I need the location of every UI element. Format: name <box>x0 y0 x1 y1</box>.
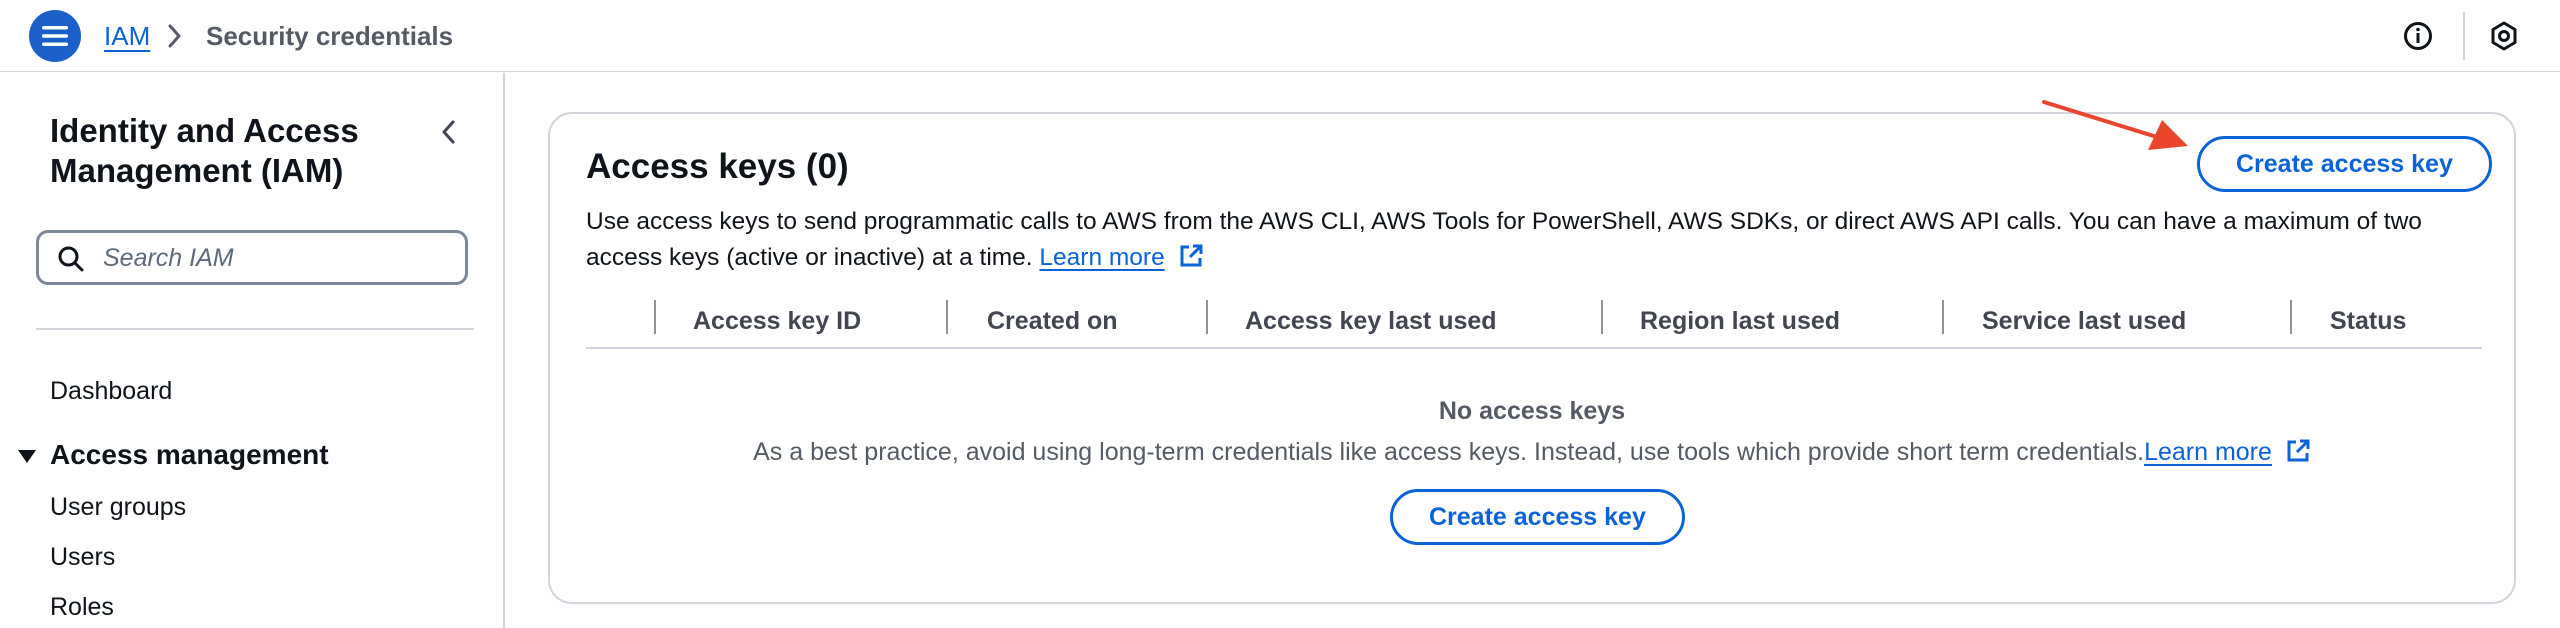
breadcrumb-iam-link[interactable]: IAM <box>104 21 150 52</box>
create-access-key-button[interactable]: Create access key <box>2197 136 2492 192</box>
search-input[interactable] <box>103 241 453 275</box>
column-service-last-used[interactable]: Service last used <box>1982 307 2186 336</box>
column-divider[interactable] <box>1942 300 1944 334</box>
search-icon <box>57 245 85 278</box>
learn-more-label: Learn more <box>1039 244 1165 271</box>
chevron-right-icon <box>166 22 184 55</box>
column-divider[interactable] <box>2290 300 2292 334</box>
sidebar-section-access-management[interactable]: Access management <box>18 439 329 471</box>
column-divider[interactable] <box>946 300 948 334</box>
chevron-left-icon[interactable] <box>438 117 460 152</box>
menu-icon[interactable] <box>29 10 81 62</box>
sidebar-section-label: Access management <box>50 439 329 470</box>
empty-state-text: As a best practice, avoid using long-ter… <box>753 438 2145 466</box>
topbar-divider <box>2463 12 2465 60</box>
info-icon[interactable] <box>2402 20 2434 57</box>
empty-state-title: No access keys <box>1438 397 1626 425</box>
column-access-key-id[interactable]: Access key ID <box>693 307 861 336</box>
sidebar-item-dashboard[interactable]: Dashboard <box>50 377 172 406</box>
column-divider[interactable] <box>1601 300 1603 334</box>
caret-down-icon <box>18 439 36 471</box>
column-status[interactable]: Status <box>2330 307 2406 336</box>
search-field[interactable] <box>36 230 468 285</box>
learn-more-link[interactable]: Learn more <box>1039 244 1164 271</box>
sidebar-title: Identity and Access Management (IAM) <box>50 112 359 189</box>
breadcrumb-current: Security credentials <box>206 21 454 51</box>
access-keys-table-header: Access key ID Created on Access key last… <box>586 297 2482 349</box>
empty-state-description: As a best practice, avoid using long-ter… <box>550 438 2514 471</box>
column-divider[interactable] <box>1206 300 1208 334</box>
external-link-icon[interactable] <box>2285 438 2311 471</box>
sidebar-item-roles[interactable]: Roles <box>50 593 114 622</box>
sidebar-item-user-groups[interactable]: User groups <box>50 493 186 522</box>
access-keys-title: Access keys (0) <box>586 147 849 186</box>
external-link-icon[interactable] <box>1178 243 1204 280</box>
description-text: Use access keys to send programmatic cal… <box>586 208 2422 271</box>
empty-learn-more-link[interactable]: Learn more <box>2144 438 2272 466</box>
access-keys-description: Use access keys to send programmatic cal… <box>586 204 2476 280</box>
empty-learn-more-label: Learn more <box>2144 438 2272 466</box>
access-keys-panel: Access keys (0) Create access key Use ac… <box>548 112 2516 604</box>
column-divider[interactable] <box>654 300 656 334</box>
settings-icon[interactable] <box>2488 20 2520 57</box>
sidebar-item-users[interactable]: Users <box>50 543 115 572</box>
sidebar-divider <box>36 328 474 330</box>
empty-create-access-key-button[interactable]: Create access key <box>1390 489 1685 545</box>
annotation-arrow-icon <box>2042 100 2188 150</box>
column-access-key-last-used[interactable]: Access key last used <box>1245 307 1497 336</box>
column-created-on[interactable]: Created on <box>987 307 1118 336</box>
sidebar: Identity and Access Management (IAM) Das… <box>0 73 505 628</box>
column-region-last-used[interactable]: Region last used <box>1640 307 1840 336</box>
top-navigation-bar: IAM Security credentials <box>0 0 2560 72</box>
